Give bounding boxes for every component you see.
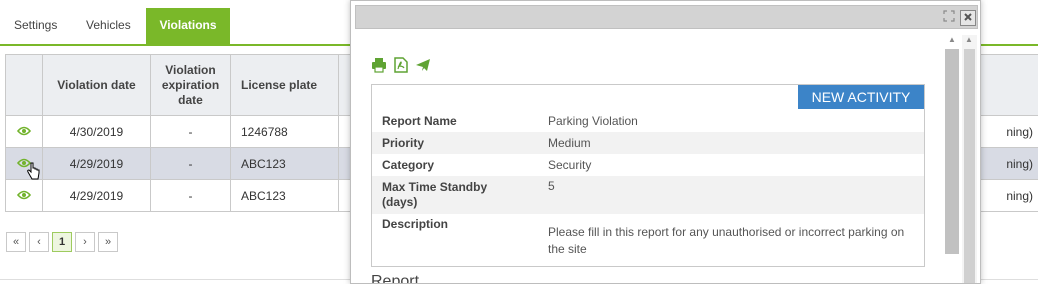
max-time-standby-value: 5 (548, 178, 555, 195)
violation-date-cell: 4/29/2019 (43, 180, 151, 212)
detail-row: Category Security (372, 154, 924, 176)
outer-scrollbar[interactable]: ▲ (962, 35, 977, 283)
header-license-plate[interactable]: License plate (231, 55, 339, 116)
detail-row: Report Name Parking Violation (372, 112, 924, 132)
report-name-label: Report Name (382, 114, 457, 129)
last-page-button[interactable]: » (98, 232, 118, 252)
scroll-up-icon[interactable]: ▲ (965, 35, 973, 44)
license-plate-cell: ABC123 (231, 180, 339, 212)
description-value: Please fill in this report for any unaut… (548, 224, 908, 258)
detail-row: Description Please fill in this report f… (372, 214, 924, 266)
category-label: Category (382, 158, 434, 173)
violation-date-cell: 4/29/2019 (43, 148, 151, 180)
prev-page-button[interactable]: ‹ (29, 232, 49, 252)
dialog-titlebar[interactable] (355, 5, 978, 29)
view-cell[interactable] (6, 148, 43, 180)
eye-icon[interactable] (17, 126, 31, 136)
next-page-button[interactable]: › (75, 232, 95, 252)
scroll-up-icon[interactable]: ▲ (948, 35, 956, 44)
report-details-card: NEW ACTIVITY Report Name Parking Violati… (371, 84, 925, 267)
pagination: « ‹ 1 › » (6, 232, 121, 252)
description-label: Description (382, 217, 448, 232)
priority-label: Priority (382, 136, 424, 151)
tab-settings[interactable]: Settings (14, 8, 57, 44)
category-value: Security (548, 157, 591, 174)
pdf-icon[interactable] (393, 57, 409, 73)
scrollbar[interactable]: ▲ (945, 35, 960, 283)
report-dialog: ▲ ▲ NEW ACTIVITY Report Name Parking Vio… (350, 0, 981, 284)
scrollbar-thumb[interactable] (964, 49, 975, 283)
close-icon[interactable] (960, 10, 976, 26)
tab-violations[interactable]: Violations (146, 8, 230, 44)
max-time-standby-label: Max Time Standby (days) (382, 180, 512, 210)
header-violation-date[interactable]: Violation date (43, 55, 151, 116)
detail-row: Max Time Standby (days) 5 (372, 176, 924, 214)
expand-icon[interactable] (942, 10, 956, 24)
current-page-button[interactable]: 1 (52, 232, 72, 252)
expiration-date-cell: - (151, 148, 231, 180)
hand-cursor-icon (26, 162, 40, 182)
view-cell[interactable] (6, 116, 43, 148)
expiration-date-cell: - (151, 180, 231, 212)
detail-row: Priority Medium (372, 132, 924, 154)
license-plate-cell: ABC123 (231, 148, 339, 180)
header-expiration-date[interactable]: Violation expiration date (151, 55, 231, 116)
license-plate-cell: 1246788 (231, 116, 339, 148)
report-section-heading: Report (371, 273, 419, 284)
report-name-value: Parking Violation (548, 113, 638, 130)
violation-date-cell: 4/30/2019 (43, 116, 151, 148)
tab-vehicles[interactable]: Vehicles (86, 8, 131, 44)
expiration-date-cell: - (151, 116, 231, 148)
priority-value: Medium (548, 135, 591, 152)
scrollbar-thumb[interactable] (945, 49, 959, 254)
print-icon[interactable] (371, 57, 387, 73)
view-cell[interactable] (6, 180, 43, 212)
new-activity-button[interactable]: NEW ACTIVITY (798, 85, 924, 109)
first-page-button[interactable]: « (6, 232, 26, 252)
header-actions (6, 55, 43, 116)
eye-icon[interactable] (17, 190, 31, 200)
send-icon[interactable] (415, 57, 431, 73)
